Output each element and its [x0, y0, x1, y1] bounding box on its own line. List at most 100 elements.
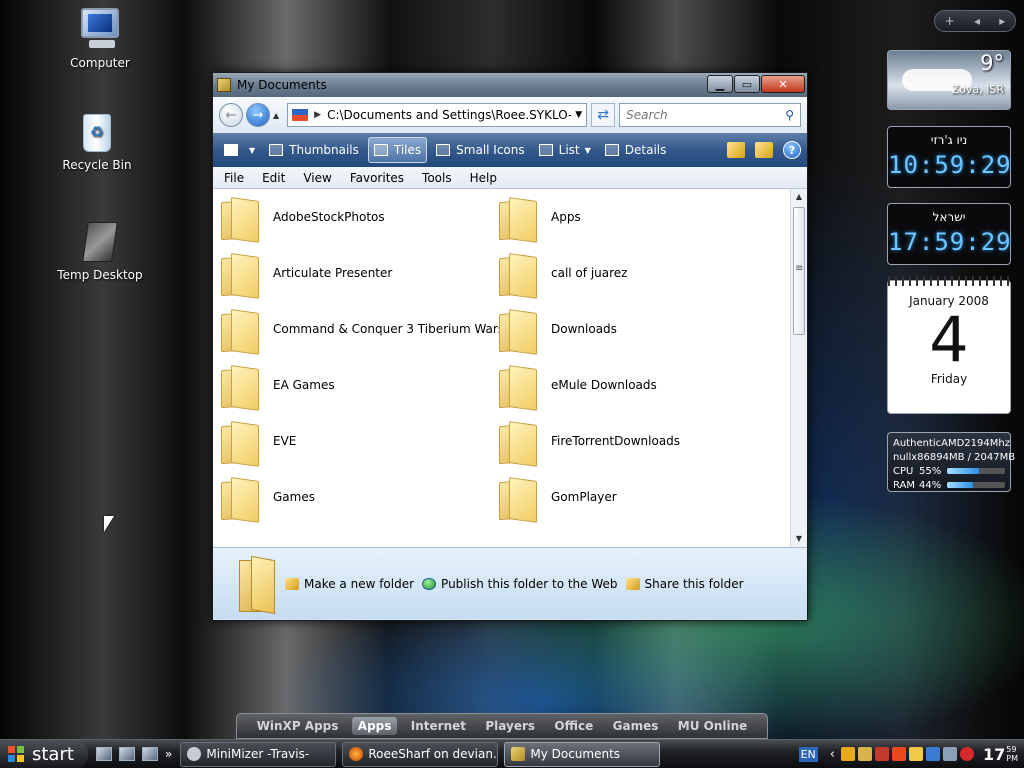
folder-tile[interactable]: EVE — [219, 413, 489, 469]
launcher-tab-internet[interactable]: Internet — [405, 717, 472, 735]
folder-icon — [497, 419, 537, 463]
make-new-folder-link[interactable]: Make a new folder — [285, 577, 414, 591]
folder-tile[interactable]: Games — [219, 469, 489, 525]
search-icon[interactable]: ⚲ — [785, 108, 794, 122]
folder-tile[interactable]: Command & Conquer 3 Tiberium Wars — [219, 301, 504, 357]
forward-button[interactable]: → — [246, 103, 270, 127]
launcher-tab-games[interactable]: Games — [607, 717, 665, 735]
folder-icon — [511, 747, 526, 761]
folder-tile[interactable]: Downloads — [497, 301, 767, 357]
help-icon[interactable]: ? — [783, 141, 801, 159]
launcher-tab-mu-online[interactable]: MU Online — [672, 717, 754, 735]
cpu-info-row: AuthenticAMD 2194Mhz — [893, 436, 1010, 450]
launcher-tab-players[interactable]: Players — [479, 717, 541, 735]
tiles-button[interactable]: Tiles — [367, 137, 428, 163]
views-icon — [224, 144, 238, 156]
breadcrumb-chevron-icon[interactable]: ▶ — [314, 110, 321, 120]
clock-gadget-israel[interactable]: ישראל 17:59:29 — [887, 203, 1011, 265]
folder-tile[interactable]: call of juarez — [497, 245, 767, 301]
minimize-button[interactable]: ▁ — [707, 75, 733, 93]
list-button[interactable]: List ▼ — [534, 137, 596, 163]
weather-gadget[interactable]: 9° Zova, ISR — [887, 50, 1011, 110]
tray-app-icon[interactable] — [841, 747, 855, 761]
menu-help[interactable]: Help — [470, 171, 497, 185]
folder-tile[interactable]: AdobeStockPhotos — [219, 189, 489, 245]
folder-tile[interactable]: EA Games — [219, 357, 489, 413]
address-field[interactable]: ▶ C:\Documents and Settings\Roee.SYKLO-B… — [287, 103, 588, 127]
network-icon[interactable] — [926, 747, 940, 761]
taskbar-button-firefox[interactable]: RoeeSharf on devian... — [342, 741, 499, 767]
tray-app-icon[interactable] — [892, 747, 906, 761]
language-indicator[interactable]: EN — [798, 746, 818, 762]
folder-tile[interactable]: FireTorrentDownloads — [497, 413, 767, 469]
clock-name: ישראל — [932, 210, 966, 224]
terminal-icon[interactable] — [119, 747, 135, 761]
taskbar-button-my-documents[interactable]: My Documents — [504, 741, 661, 767]
show-hidden-icons-icon[interactable]: ‹ — [830, 747, 835, 762]
folder-up-icon[interactable] — [727, 142, 745, 158]
folder-tile[interactable]: eMule Downloads — [497, 357, 767, 413]
window-titlebar[interactable]: My Documents ▁ ▭ ✕ — [213, 73, 807, 97]
thumbnails-label: Thumbnails — [289, 143, 359, 157]
previous-icon[interactable]: ◂ — [974, 14, 980, 28]
scroll-down-icon[interactable]: ▼ — [791, 531, 807, 547]
launcher-tab-office[interactable]: Office — [548, 717, 599, 735]
maximize-button[interactable]: ▭ — [734, 75, 760, 93]
desktop-icon-computer[interactable]: Computer — [55, 6, 145, 70]
views-button[interactable]: ▼ — [219, 137, 260, 163]
add-gadget-icon[interactable]: + — [945, 14, 955, 28]
folder-label: Games — [273, 490, 315, 504]
launcher-tab-apps[interactable]: Apps — [351, 717, 398, 735]
desktop-icon-recycle-bin[interactable]: Recycle Bin — [52, 108, 142, 172]
clock-hours[interactable]: 17 — [983, 745, 1005, 764]
folder-icon — [497, 251, 537, 295]
vertical-scrollbar[interactable]: ▲ ▼ — [790, 189, 807, 547]
folder-icon — [497, 475, 537, 519]
taskbar-button-minimizer[interactable]: MiniMizer -Travis- — [180, 741, 337, 767]
publish-folder-link[interactable]: Publish this folder to the Web — [422, 577, 618, 591]
small-icons-button[interactable]: Small Icons — [431, 137, 529, 163]
folder-tile[interactable]: Apps — [497, 189, 767, 245]
show-desktop-icon[interactable] — [96, 747, 112, 761]
chevron-down-icon[interactable]: ▼ — [575, 110, 582, 120]
switch-windows-icon[interactable] — [142, 747, 158, 761]
desktop-icon-temp-desktop[interactable]: Temp Desktop — [55, 218, 145, 282]
memory-info-row: nullx86894MB / 2047MB — [893, 450, 1015, 464]
tray-app-icon[interactable] — [875, 747, 889, 761]
tray-app-icon[interactable] — [943, 747, 957, 761]
thumbnails-button[interactable]: Thumbnails — [264, 137, 364, 163]
back-button[interactable]: ← — [219, 103, 243, 127]
menu-favorites[interactable]: Favorites — [350, 171, 404, 185]
search-input[interactable] — [626, 108, 777, 122]
cpu-speed: 2194Mhz — [964, 437, 1010, 449]
history-dropdown-icon[interactable]: ▲ — [273, 111, 279, 120]
folder-tile[interactable]: Articulate Presenter — [219, 245, 489, 301]
task-label: Share this folder — [644, 576, 744, 591]
ram-label: RAM — [893, 479, 916, 491]
search-box[interactable]: ⚲ — [619, 103, 801, 127]
details-button[interactable]: Details — [600, 137, 672, 163]
folder-tile[interactable]: GomPlayer — [497, 469, 767, 525]
cpu-percent: 55% — [919, 465, 942, 477]
clock-gadget-new-jersey[interactable]: ניו ג'רזי 10:59:29 — [887, 126, 1011, 188]
start-button[interactable]: start — [0, 739, 88, 768]
launcher-tab-winxp-apps[interactable]: WinXP Apps — [251, 717, 345, 735]
folder-icon — [219, 363, 259, 407]
tray-app-icon[interactable] — [909, 747, 923, 761]
menu-file[interactable]: File — [224, 171, 244, 185]
security-icon[interactable] — [960, 747, 974, 761]
calendar-gadget[interactable]: January 2008 4 Friday — [887, 276, 1011, 414]
next-icon[interactable]: ▸ — [999, 14, 1005, 28]
menu-tools[interactable]: Tools — [422, 171, 452, 185]
quick-launch-more[interactable]: » — [165, 747, 172, 761]
scroll-thumb[interactable] — [793, 207, 805, 335]
system-monitor-gadget[interactable]: AuthenticAMD 2194Mhz nullx86894MB / 2047… — [887, 432, 1015, 492]
folder-options-icon[interactable] — [755, 142, 773, 158]
tray-app-icon[interactable] — [858, 747, 872, 761]
menu-edit[interactable]: Edit — [262, 171, 285, 185]
menu-view[interactable]: View — [303, 171, 331, 185]
scroll-up-icon[interactable]: ▲ — [791, 189, 807, 205]
refresh-button[interactable]: ⇄ — [591, 103, 616, 127]
share-folder-link[interactable]: Share this folder — [625, 576, 744, 591]
close-button[interactable]: ✕ — [761, 75, 805, 93]
